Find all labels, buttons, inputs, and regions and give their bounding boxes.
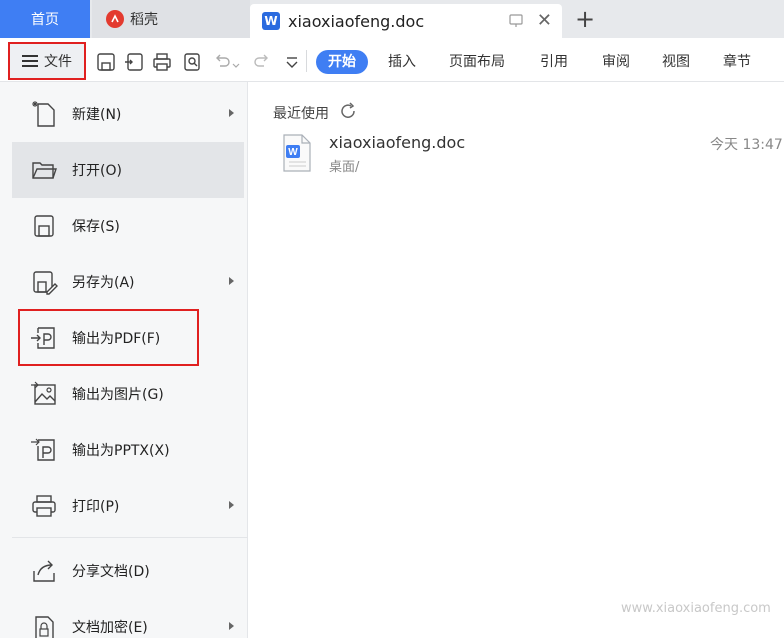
- pin-icon[interactable]: [508, 13, 524, 33]
- menu-item-print[interactable]: 打印(P): [12, 478, 244, 534]
- daoke-logo-icon: [106, 10, 124, 28]
- submenu-arrow-icon: [229, 109, 234, 117]
- menu-item-label: 输出为PDF(F): [72, 331, 161, 347]
- export-image-icon: [31, 381, 56, 405]
- menu-item-label: 文档加密(E): [72, 620, 148, 636]
- export-toolbar-icon[interactable]: [124, 52, 144, 72]
- menu-item-save[interactable]: 保存(S): [12, 198, 244, 254]
- undo-icon[interactable]: [212, 52, 232, 72]
- export-pdf-icon: [31, 327, 55, 349]
- submenu-arrow-icon: [229, 622, 234, 630]
- redo-icon[interactable]: [252, 52, 272, 72]
- recent-file-path: 桌面/: [329, 160, 360, 175]
- recent-header: 最近使用: [273, 102, 357, 124]
- more-tools-icon[interactable]: [284, 52, 304, 72]
- menu-item-export-pdf[interactable]: 输出为PDF(F): [12, 310, 244, 366]
- file-menu-panel: 新建(N) 打开(O) 保存(S) 另存为(A) 输出为PDF(F) 输出为图片…: [0, 82, 248, 638]
- word-icon: W: [262, 12, 280, 30]
- recent-file-item[interactable]: W xiaoxiaofeng.doc 桌面/ 今天 13:47: [276, 128, 784, 180]
- file-menu-button[interactable]: 文件: [8, 42, 86, 80]
- recent-title: 最近使用: [273, 106, 329, 122]
- tab-references[interactable]: 引用: [540, 50, 568, 74]
- save-as-icon: [33, 271, 58, 295]
- submenu-arrow-icon: [229, 501, 234, 509]
- menu-item-label: 输出为图片(G): [72, 387, 164, 403]
- toolbar: 文件 开始 插入 页面布局 引用 审阅 视图 章节: [0, 38, 784, 82]
- refresh-icon[interactable]: [339, 102, 357, 124]
- menu-item-label: 打开(O): [72, 163, 122, 179]
- new-file-icon: [32, 101, 55, 127]
- tab-bar: 首页 稻壳 W xiaoxiaofeng.doc ✕ +: [0, 0, 784, 38]
- tab-document-label: xiaoxiaofeng.doc: [288, 11, 425, 31]
- tab-view[interactable]: 视图: [662, 50, 690, 74]
- menu-item-open[interactable]: 打开(O): [12, 142, 244, 198]
- menu-item-label: 保存(S): [72, 219, 120, 235]
- menu-item-encrypt[interactable]: 文档加密(E): [12, 599, 244, 638]
- watermark: www.xiaoxiaofeng.com: [621, 601, 771, 616]
- tab-page-layout[interactable]: 页面布局: [449, 50, 505, 74]
- menu-item-export-pptx[interactable]: 输出为PPTX(X): [12, 422, 244, 478]
- tab-document[interactable]: W xiaoxiaofeng.doc ✕: [250, 4, 562, 38]
- menu-item-label: 新建(N): [72, 107, 122, 123]
- tab-start[interactable]: 开始: [316, 50, 368, 74]
- menu-item-label: 另存为(A): [72, 275, 135, 291]
- recent-file-name: xiaoxiaofeng.doc: [329, 133, 466, 152]
- menu-item-save-as[interactable]: 另存为(A): [12, 254, 244, 310]
- save-icon: [34, 215, 54, 237]
- print-toolbar-icon[interactable]: [152, 52, 172, 72]
- menu-divider: [12, 537, 248, 538]
- svg-text:W: W: [288, 147, 298, 158]
- encrypt-icon: [35, 616, 54, 638]
- menu-item-label: 打印(P): [72, 499, 120, 515]
- print-preview-icon[interactable]: [182, 52, 202, 72]
- print-icon: [32, 495, 56, 517]
- tab-insert[interactable]: 插入: [388, 50, 416, 74]
- folder-open-icon: [32, 162, 57, 179]
- toolbar-divider: [306, 50, 307, 72]
- tab-chapter[interactable]: 章节: [723, 50, 751, 74]
- save-toolbar-icon[interactable]: [96, 52, 116, 72]
- add-tab-icon[interactable]: +: [572, 6, 598, 32]
- menu-item-label: 输出为PPTX(X): [72, 443, 170, 459]
- undo-dropdown-icon[interactable]: [232, 58, 240, 68]
- tab-daoke-label: 稻壳: [130, 12, 158, 28]
- menu-item-share[interactable]: 分享文档(D): [12, 543, 244, 599]
- file-menu-label: 文件: [44, 54, 72, 70]
- recent-file-time: 今天 13:47: [710, 137, 783, 153]
- menu-item-export-image[interactable]: 输出为图片(G): [12, 366, 244, 422]
- menu-item-label: 分享文档(D): [72, 564, 150, 580]
- tab-home[interactable]: 首页: [0, 0, 90, 38]
- menu-item-new[interactable]: 新建(N): [12, 86, 244, 142]
- submenu-arrow-icon: [229, 277, 234, 285]
- share-icon: [33, 560, 55, 582]
- word-doc-icon: W: [283, 134, 311, 172]
- hamburger-icon: [22, 55, 38, 67]
- tab-home-label: 首页: [31, 12, 59, 28]
- tab-review[interactable]: 审阅: [602, 50, 630, 74]
- close-tab-icon[interactable]: ✕: [537, 10, 552, 31]
- tab-daoke[interactable]: 稻壳: [92, 0, 250, 38]
- export-pptx-icon: [31, 438, 55, 461]
